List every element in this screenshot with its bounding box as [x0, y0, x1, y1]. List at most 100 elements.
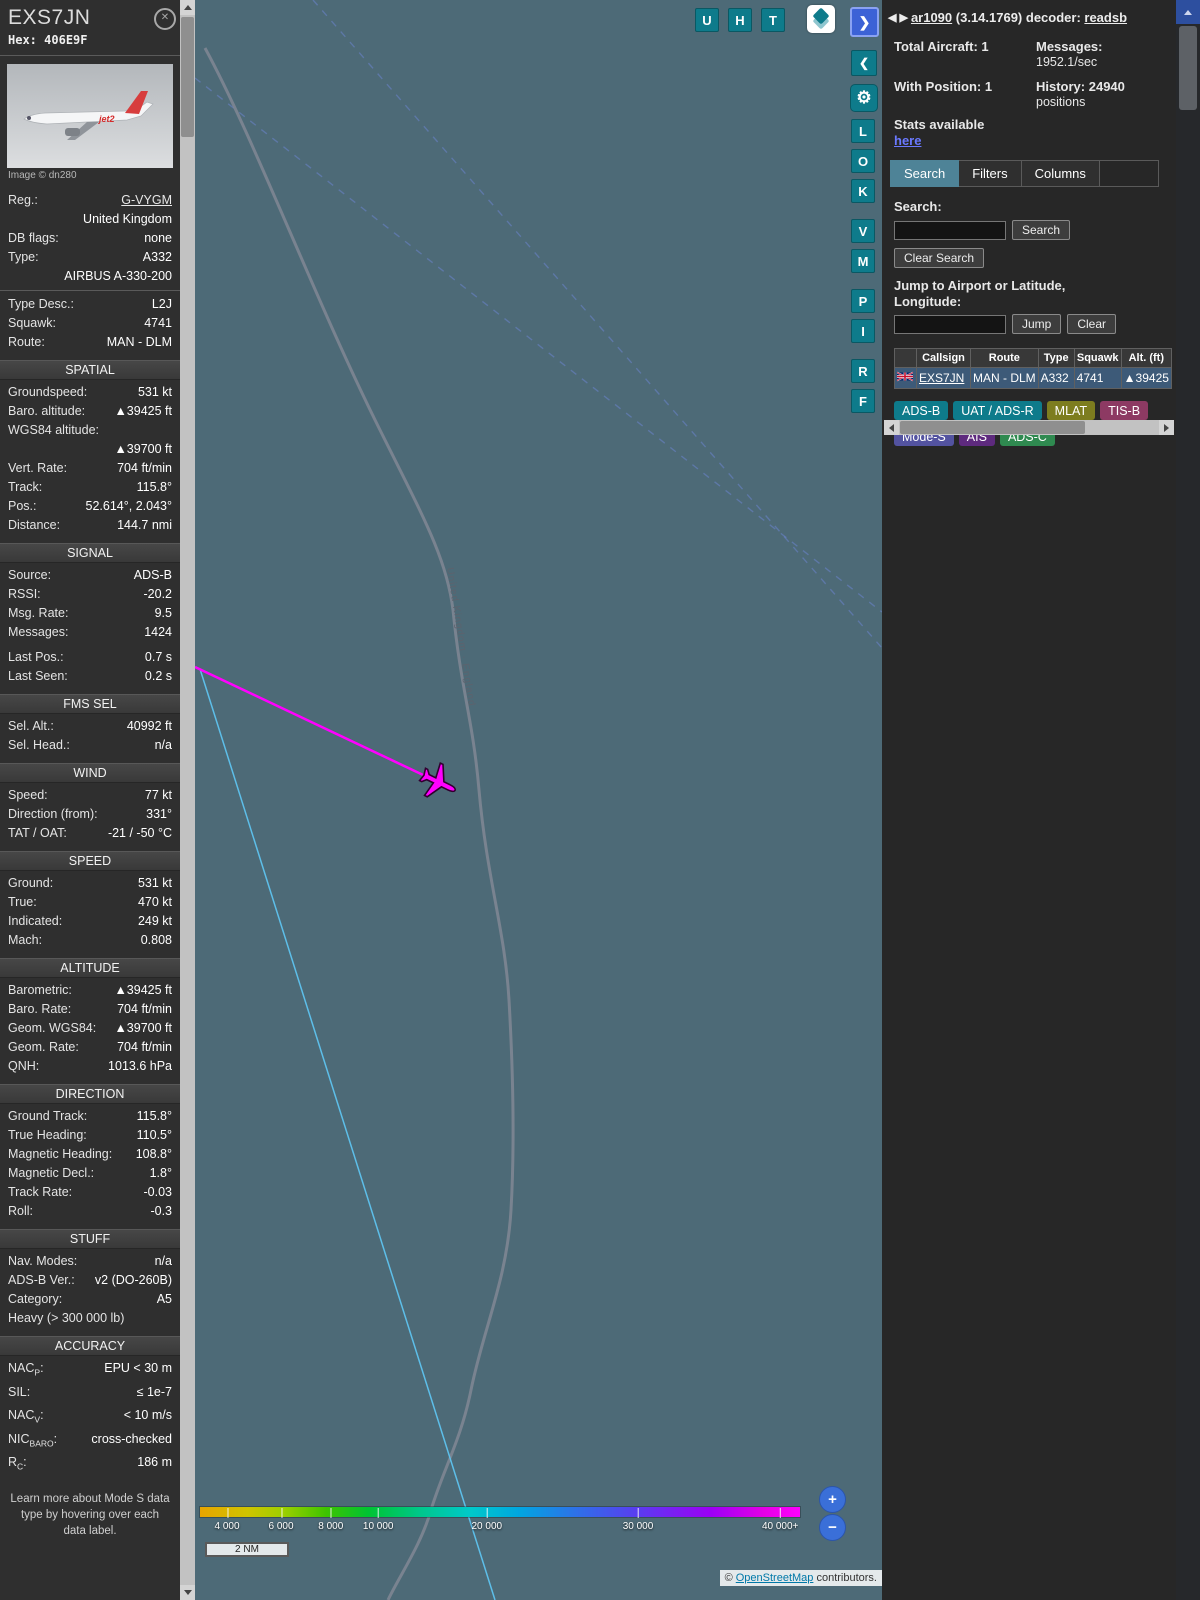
map-button-k[interactable]: K	[851, 179, 875, 203]
row-label: NACP:	[8, 1361, 44, 1378]
search-input[interactable]	[894, 220, 1006, 240]
col-squawk[interactable]: Squawk	[1073, 348, 1122, 368]
tab-search[interactable]: Search	[890, 160, 960, 187]
layers-icon[interactable]	[807, 5, 835, 33]
legend-label: 30 000	[622, 1508, 654, 1532]
expand-panel-button[interactable]: ❯	[850, 7, 879, 37]
section-header-spatial: SPATIAL	[0, 360, 180, 380]
badge-adsb[interactable]: ADS-B	[894, 401, 949, 420]
window-scrollbar-thumb[interactable]	[1179, 26, 1197, 110]
row-label: Track:	[8, 480, 43, 494]
zoom-out-button[interactable]: −	[819, 1514, 846, 1541]
map-button-o[interactable]: O	[851, 149, 875, 173]
map[interactable]: United Kingdom · England U H T ❯ ❮ ⚙ L O…	[195, 0, 882, 1600]
history-stat: History: 24940 positions	[1036, 79, 1172, 109]
registration-link[interactable]: G-VYGM	[121, 193, 172, 207]
horizontal-scrollbar-thumb[interactable]	[900, 421, 1085, 434]
horizontal-scrollbar[interactable]	[884, 420, 1174, 435]
map-button-h[interactable]: H	[728, 8, 752, 32]
route-cell: MAN - DLM	[970, 367, 1039, 389]
row-label: Baro. Rate:	[8, 1002, 72, 1016]
data-row: Roll: -0.3	[0, 1202, 180, 1221]
photo-engine	[65, 128, 80, 136]
window-scrollbar[interactable]	[1176, 0, 1200, 1600]
callsign-link[interactable]: EXS7JN	[919, 371, 964, 385]
airway-dashed-line	[312, 0, 882, 649]
data-row: Type Desc.: L2J	[0, 295, 180, 314]
row-label: NACV:	[8, 1408, 44, 1425]
openstreetmap-link[interactable]: OpenStreetMap	[736, 1572, 814, 1584]
map-button-i[interactable]: I	[851, 319, 875, 343]
map-button-r[interactable]: R	[851, 359, 875, 383]
map-button-m[interactable]: M	[851, 249, 875, 273]
row-label: Type Desc.:	[8, 297, 74, 311]
panel-prev-icon[interactable]: ◀	[888, 11, 896, 24]
panel-next-icon[interactable]: ▶	[899, 11, 907, 24]
collapse-sidebar-button[interactable]: ❮	[851, 50, 877, 76]
data-row: QNH: 1013.6 hPa	[0, 1057, 180, 1076]
row-value: ≤ 1e-7	[136, 1384, 172, 1399]
photo-logo-text: jet2	[98, 114, 115, 124]
row-value: 144.7 nmi	[117, 518, 172, 532]
map-canvas: United Kingdom · England	[195, 0, 882, 1600]
map-button-v[interactable]: V	[851, 219, 875, 243]
search-button[interactable]: Search	[1012, 220, 1071, 240]
data-row: Track Rate: -0.03	[0, 1183, 180, 1202]
section-header-speed: SPEED	[0, 851, 180, 871]
data-row: Direction (from): 331°	[0, 805, 180, 824]
row-value: United Kingdom	[83, 212, 172, 226]
sidebar-scrollbar[interactable]	[180, 0, 195, 1600]
stats-here-link[interactable]: here	[894, 133, 921, 148]
callsign-cell: EXS7JN	[916, 367, 971, 389]
scroll-right-icon[interactable]	[1159, 420, 1174, 435]
badge-uat-adsr[interactable]: UAT / ADS-R	[953, 401, 1042, 420]
map-button-t[interactable]: T	[761, 8, 785, 32]
row-label: Ground:	[8, 876, 54, 890]
map-button-u[interactable]: U	[695, 8, 719, 32]
map-button-p[interactable]: P	[851, 289, 875, 313]
altitude-legend: 4 000 6 000 8 000 10 000 20 000 30 000 4…	[200, 1507, 800, 1539]
flight-trail	[195, 665, 439, 784]
data-row: Msg. Rate: 9.5	[0, 604, 180, 623]
country-boundary-line	[203, 47, 515, 1600]
scroll-down-icon[interactable]	[180, 1585, 195, 1600]
close-icon[interactable]: ✕	[154, 8, 176, 30]
col-flag[interactable]	[894, 348, 917, 368]
aircraft-row[interactable]: EXS7JN MAN - DLM A332 4741 ▲39425	[894, 367, 1172, 389]
sidebar-scrollbar-thumb[interactable]	[181, 17, 194, 137]
scroll-up-icon[interactable]	[180, 0, 195, 15]
jump-button[interactable]: Jump	[1012, 314, 1062, 334]
col-type[interactable]: Type	[1037, 348, 1075, 368]
row-value: A332	[142, 250, 172, 264]
col-alt[interactable]: Alt. (ft)	[1120, 348, 1172, 368]
readsb-link[interactable]: readsb	[1084, 10, 1127, 25]
badge-tisb[interactable]: TIS-B	[1100, 401, 1149, 420]
jump-clear-button[interactable]: Clear	[1067, 314, 1117, 334]
zoom-in-button[interactable]: +	[819, 1486, 846, 1513]
aircraft-photo[interactable]: jet2	[7, 64, 173, 168]
row-value: G-VYGM	[121, 191, 172, 210]
type-cell: A332	[1037, 367, 1075, 389]
tab-filters[interactable]: Filters	[959, 160, 1022, 187]
col-callsign[interactable]: Callsign	[916, 348, 971, 368]
clear-search-button[interactable]: Clear Search	[894, 248, 985, 268]
data-row: Messages: 1424	[0, 623, 180, 642]
row-value: 0.2 s	[144, 669, 172, 683]
section-header-signal: SIGNAL	[0, 543, 180, 563]
tar1090-link[interactable]: ar1090	[911, 10, 952, 25]
callsign-title: EXS7JN	[8, 6, 91, 29]
map-button-l[interactable]: L	[851, 119, 875, 143]
badge-mlat[interactable]: MLAT	[1046, 401, 1096, 420]
aircraft-icon[interactable]	[415, 758, 463, 806]
aircraft-photo-art: jet2	[7, 64, 173, 168]
photo-credit: Image © dn280	[8, 170, 77, 181]
tab-columns[interactable]: Columns	[1021, 160, 1100, 187]
gear-icon[interactable]: ⚙	[850, 84, 878, 112]
jump-input[interactable]	[894, 314, 1006, 334]
search-row: Search	[882, 220, 1176, 240]
row-label: Messages:	[8, 625, 69, 639]
scroll-left-icon[interactable]	[884, 420, 899, 435]
scroll-up-icon[interactable]	[1176, 0, 1200, 24]
map-button-f[interactable]: F	[851, 389, 875, 413]
col-route[interactable]: Route	[970, 348, 1039, 368]
